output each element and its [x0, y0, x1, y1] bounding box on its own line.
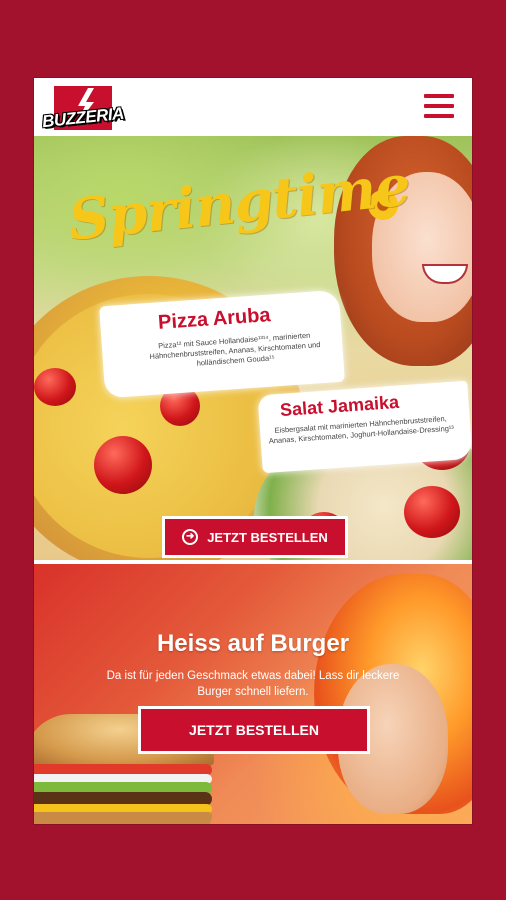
order-now-label: JETZT BESTELLEN	[207, 529, 328, 545]
hamburger-menu-icon[interactable]	[424, 94, 454, 120]
app-header: BUZZERIA	[34, 78, 472, 136]
springtime-banner[interactable]: Springtime Pizza Aruba Pizza¹² mit Sauce…	[34, 136, 472, 560]
order-burger-label: JETZT BESTELLEN	[189, 722, 319, 738]
burger-description-line: Da ist für jeden Geschmack etwas dabei! …	[106, 670, 400, 682]
burger-banner[interactable]: Heiss auf Burger Da ist für jeden Geschm…	[34, 564, 472, 824]
tomato-image	[34, 368, 76, 406]
burger-description: Da ist für jeden Geschmack etwas dabei! …	[34, 668, 472, 700]
order-now-button[interactable]: ➜ JETZT BESTELLEN	[162, 516, 348, 558]
order-burger-button[interactable]: JETZT BESTELLEN	[138, 706, 370, 754]
tomato-image	[404, 486, 460, 538]
tomato-image	[94, 436, 152, 494]
burger-title: Heiss auf Burger	[156, 630, 350, 657]
arrow-right-circle-icon: ➜	[182, 529, 199, 545]
burger-description-line: Burger schnell liefern.	[197, 686, 309, 698]
buzzeria-logo[interactable]: BUZZERIA	[40, 86, 125, 134]
app-frame: BUZZERIA Springtime Pizza Aruba Pizza¹² …	[34, 78, 472, 824]
